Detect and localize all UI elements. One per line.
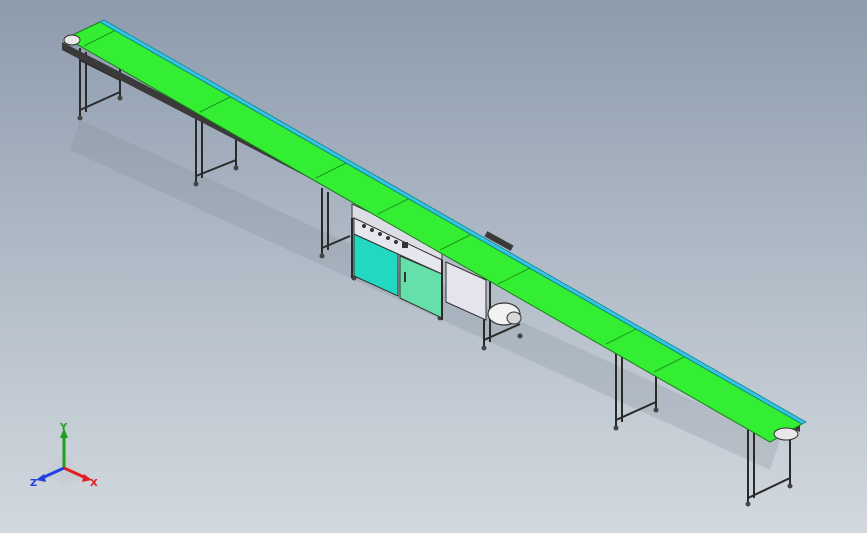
axis-z-arrow — [36, 474, 46, 482]
axis-z-label: Z — [30, 478, 37, 489]
axis-x-label: X — [90, 478, 98, 489]
head-roller[interactable] — [63, 34, 81, 46]
conveyor-model[interactable]: Y X Z — [0, 0, 867, 533]
cad-viewport[interactable]: Y X Z — [0, 0, 867, 533]
motor-end-cap — [506, 311, 522, 325]
axis-y-label: Y — [59, 422, 68, 433]
tail-roller[interactable] — [773, 427, 799, 441]
axis-triad[interactable]: Y X Z — [30, 422, 98, 489]
conveyor-belt[interactable] — [64, 21, 804, 443]
side-guide-rail[interactable] — [99, 19, 807, 425]
door-handle[interactable] — [404, 272, 406, 282]
